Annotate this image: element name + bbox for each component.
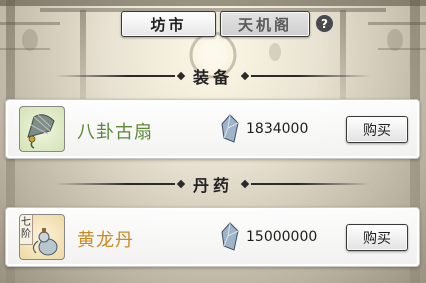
buy-button[interactable]: 购买 [346,224,408,251]
tab-tianji-pavilion[interactable]: 天机阁 [220,11,310,37]
divider-line [251,183,371,185]
item-price: 1834000 [246,121,309,137]
buy-button[interactable]: 购买 [346,116,408,143]
price-display: 1834000 [220,114,308,144]
item-name: 黄龙丹 [77,230,134,251]
section-header-equipment: 装备 [0,66,426,87]
section-header-pills: 丹药 [0,174,426,195]
spirit-crystal-icon [221,114,239,143]
fan-item-icon[interactable] [19,106,65,152]
spirit-crystal-icon [221,222,239,251]
grade-badge: 七阶 [20,215,33,245]
section-title: 装备 [192,68,233,87]
divider-line [54,75,175,77]
item-price: 15000000 [246,229,318,245]
divider-diamond [240,71,250,81]
divider-diamond [176,71,186,81]
shop-item-row: 七阶 黄龙丹 15000000 购买 [5,207,420,267]
shop-item-row: 八卦古扇 1834000 购买 [5,99,420,159]
tab-market[interactable]: 坊市 [121,11,216,37]
item-name: 八卦古扇 [77,122,153,143]
section-title: 丹药 [192,176,233,195]
divider-diamond [240,179,250,189]
divider-line [251,75,371,77]
help-icon[interactable]: ? [316,15,333,32]
divider-line [54,183,175,185]
gourd-item-icon[interactable]: 七阶 [19,214,65,260]
price-display: 15000000 [220,222,317,252]
divider-diamond [176,179,186,189]
shop-tab-bar: 坊市 天机阁 ? [0,11,426,41]
